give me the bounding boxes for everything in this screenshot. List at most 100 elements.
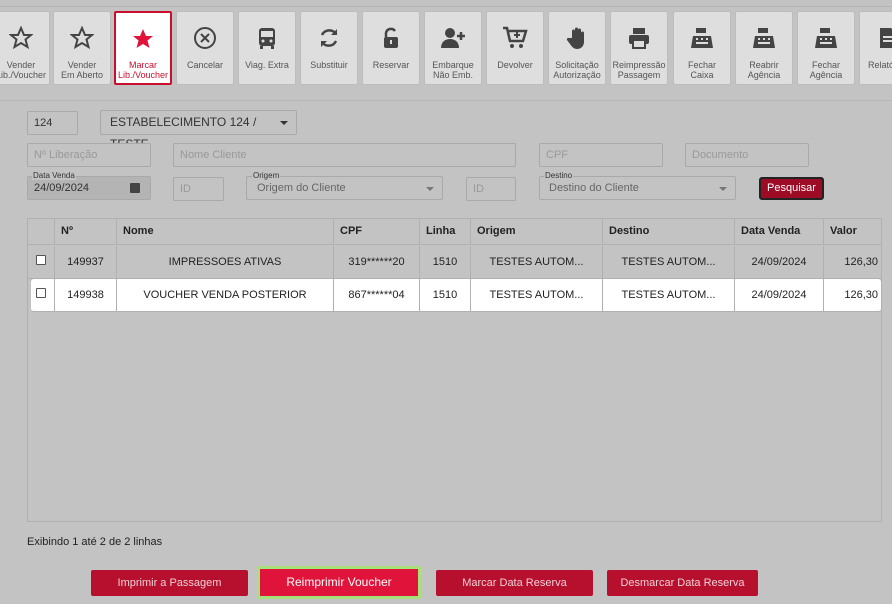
document-icon bbox=[880, 28, 892, 48]
close-cashier-button[interactable]: Fechar Caixa bbox=[673, 11, 731, 85]
select-all-column bbox=[28, 219, 55, 245]
print-icon bbox=[629, 28, 649, 49]
table-row-highlighted[interactable]: 149938 VOUCHER VENDA POSTERIOR 867******… bbox=[31, 279, 881, 312]
origin-label: Origem bbox=[252, 171, 281, 180]
reports-button[interactable]: Relató bbox=[859, 11, 892, 85]
liberation-number-input[interactable]: Nº Liberação bbox=[27, 143, 151, 167]
destination-label: Destino bbox=[544, 171, 574, 180]
toolbar-divider bbox=[0, 100, 892, 101]
origin-value: Origem do Cliente bbox=[257, 182, 346, 194]
toolbar-label: Substituir bbox=[310, 60, 348, 70]
toolbar-label: Vender Lib./Voucher bbox=[0, 60, 47, 80]
toolbar-label: Embarque Não Emb. bbox=[432, 60, 474, 80]
authorization-request-button[interactable]: Solicitação Autorização bbox=[548, 11, 606, 85]
toolbar-label: Viag. Extra bbox=[245, 60, 289, 70]
boarding-button[interactable]: Embarque Não Emb. bbox=[424, 11, 482, 85]
cancel-button[interactable]: Cancelar bbox=[176, 11, 234, 85]
sell-voucher-button[interactable]: Vender Lib./Voucher bbox=[0, 11, 50, 85]
origin-id-input[interactable]: ID bbox=[173, 177, 224, 201]
star-outline-icon bbox=[70, 26, 94, 50]
row-select-cell bbox=[28, 246, 55, 279]
reserve-button[interactable]: Reservar bbox=[362, 11, 420, 85]
table-header: Nº Nome CPF Linha Origem Destino Data Ve… bbox=[28, 219, 881, 245]
toolbar-label: Reimpressão Passagem bbox=[612, 60, 666, 80]
unmark-reservation-date-button[interactable]: Desmarcar Data Reserva bbox=[607, 570, 758, 596]
row-cpf: 867******04 bbox=[334, 279, 420, 312]
column-header-sale-date[interactable]: Data Venda bbox=[735, 219, 824, 245]
row-line: 1510 bbox=[420, 246, 471, 279]
toolbar-label: Cancelar bbox=[186, 60, 224, 70]
reprint-voucher-button[interactable]: Reimprimir Voucher bbox=[257, 566, 421, 599]
cash-register-icon bbox=[691, 28, 713, 48]
cash-register-icon bbox=[753, 28, 775, 48]
results-table: Nº Nome CPF Linha Origem Destino Data Ve… bbox=[27, 218, 882, 522]
destination-value: Destino do Cliente bbox=[549, 182, 639, 194]
row-name: IMPRESSOES ATIVAS bbox=[117, 246, 334, 279]
row-checkbox[interactable] bbox=[36, 288, 46, 298]
star-outline-icon bbox=[9, 26, 33, 50]
toolbar-label: Fechar Agência bbox=[809, 60, 843, 80]
column-header-line[interactable]: Linha bbox=[420, 219, 471, 245]
row-value: 126,30 bbox=[844, 256, 878, 268]
return-button[interactable]: Devolver bbox=[486, 11, 544, 85]
client-name-input[interactable]: Nome Cliente bbox=[173, 143, 516, 167]
toolbar-label: Reservar bbox=[372, 60, 410, 70]
refresh-icon bbox=[320, 29, 338, 47]
row-origin: TESTES AUTOM... bbox=[471, 279, 603, 312]
chevron-down-icon bbox=[426, 187, 434, 191]
hand-icon bbox=[566, 27, 584, 49]
column-header-number[interactable]: Nº bbox=[55, 219, 117, 245]
mark-reservation-date-button[interactable]: Marcar Data Reserva bbox=[436, 570, 593, 596]
agency-code-field[interactable]: 124 bbox=[27, 111, 78, 135]
row-destination: TESTES AUTOM... bbox=[603, 279, 735, 312]
toolbar-label: Marcar Lib./Voucher bbox=[117, 60, 169, 80]
reopen-agency-button[interactable]: Reabrir Agência bbox=[735, 11, 793, 85]
column-header-origin[interactable]: Origem bbox=[471, 219, 603, 245]
column-header-value[interactable]: Valor bbox=[824, 219, 881, 245]
destination-id-input[interactable]: ID bbox=[466, 177, 516, 201]
unlock-icon bbox=[384, 27, 398, 48]
bus-icon bbox=[259, 28, 275, 49]
row-number: 149937 bbox=[55, 246, 117, 279]
toolbar-label: Devolver bbox=[497, 60, 533, 70]
cpf-input[interactable]: CPF bbox=[539, 143, 663, 167]
top-divider bbox=[0, 6, 892, 7]
row-origin: TESTES AUTOM... bbox=[471, 246, 603, 279]
chevron-down-icon bbox=[280, 121, 288, 125]
row-sale-date: 24/09/2024 bbox=[735, 246, 824, 279]
x-circle-icon bbox=[194, 27, 216, 49]
sale-date-label: Data Venda bbox=[32, 171, 76, 180]
star-filled-icon bbox=[133, 29, 153, 48]
print-passage-button[interactable]: Imprimir a Passagem bbox=[91, 570, 248, 596]
extra-trip-button[interactable]: Viag. Extra bbox=[238, 11, 296, 85]
establishment-select[interactable]: ESTABELECIMENTO 124 / TESTE bbox=[100, 110, 297, 151]
toolbar-label: Relató bbox=[868, 60, 892, 70]
cart-plus-icon bbox=[503, 26, 528, 48]
close-agency-button[interactable]: Fechar Agência bbox=[797, 11, 855, 85]
pagination-summary: Exibindo 1 até 2 de 2 linhas bbox=[27, 536, 163, 548]
substitute-button[interactable]: Substituir bbox=[300, 11, 358, 85]
cash-register-icon bbox=[815, 28, 837, 48]
chevron-down-icon bbox=[719, 187, 727, 191]
search-button[interactable]: Pesquisar bbox=[759, 177, 824, 200]
calendar-icon bbox=[130, 183, 140, 193]
row-destination: TESTES AUTOM... bbox=[603, 246, 735, 279]
user-plus-icon bbox=[441, 28, 465, 48]
row-select-cell bbox=[28, 279, 55, 312]
sell-open-button[interactable]: Vender Em Aberto bbox=[53, 11, 111, 85]
row-name: VOUCHER VENDA POSTERIOR bbox=[117, 279, 334, 312]
row-cpf: 319******20 bbox=[334, 246, 420, 279]
document-input[interactable]: Documento bbox=[685, 143, 809, 167]
row-line: 1510 bbox=[420, 279, 471, 312]
column-header-name[interactable]: Nome bbox=[117, 219, 334, 245]
toolbar-label: Fechar Caixa bbox=[687, 60, 716, 80]
table-row[interactable]: 149937 IMPRESSOES ATIVAS 319******20 151… bbox=[28, 246, 881, 279]
column-header-cpf[interactable]: CPF bbox=[334, 219, 420, 245]
reprint-passage-button[interactable]: Reimpressão Passagem bbox=[610, 11, 668, 85]
row-checkbox[interactable] bbox=[36, 255, 46, 265]
row-sale-date: 24/09/2024 bbox=[735, 279, 824, 312]
mark-voucher-button[interactable]: Marcar Lib./Voucher bbox=[114, 11, 172, 85]
toolbar-label: Solicitação Autorização bbox=[553, 60, 601, 80]
row-number: 149938 bbox=[55, 279, 117, 312]
column-header-destination[interactable]: Destino bbox=[603, 219, 735, 245]
